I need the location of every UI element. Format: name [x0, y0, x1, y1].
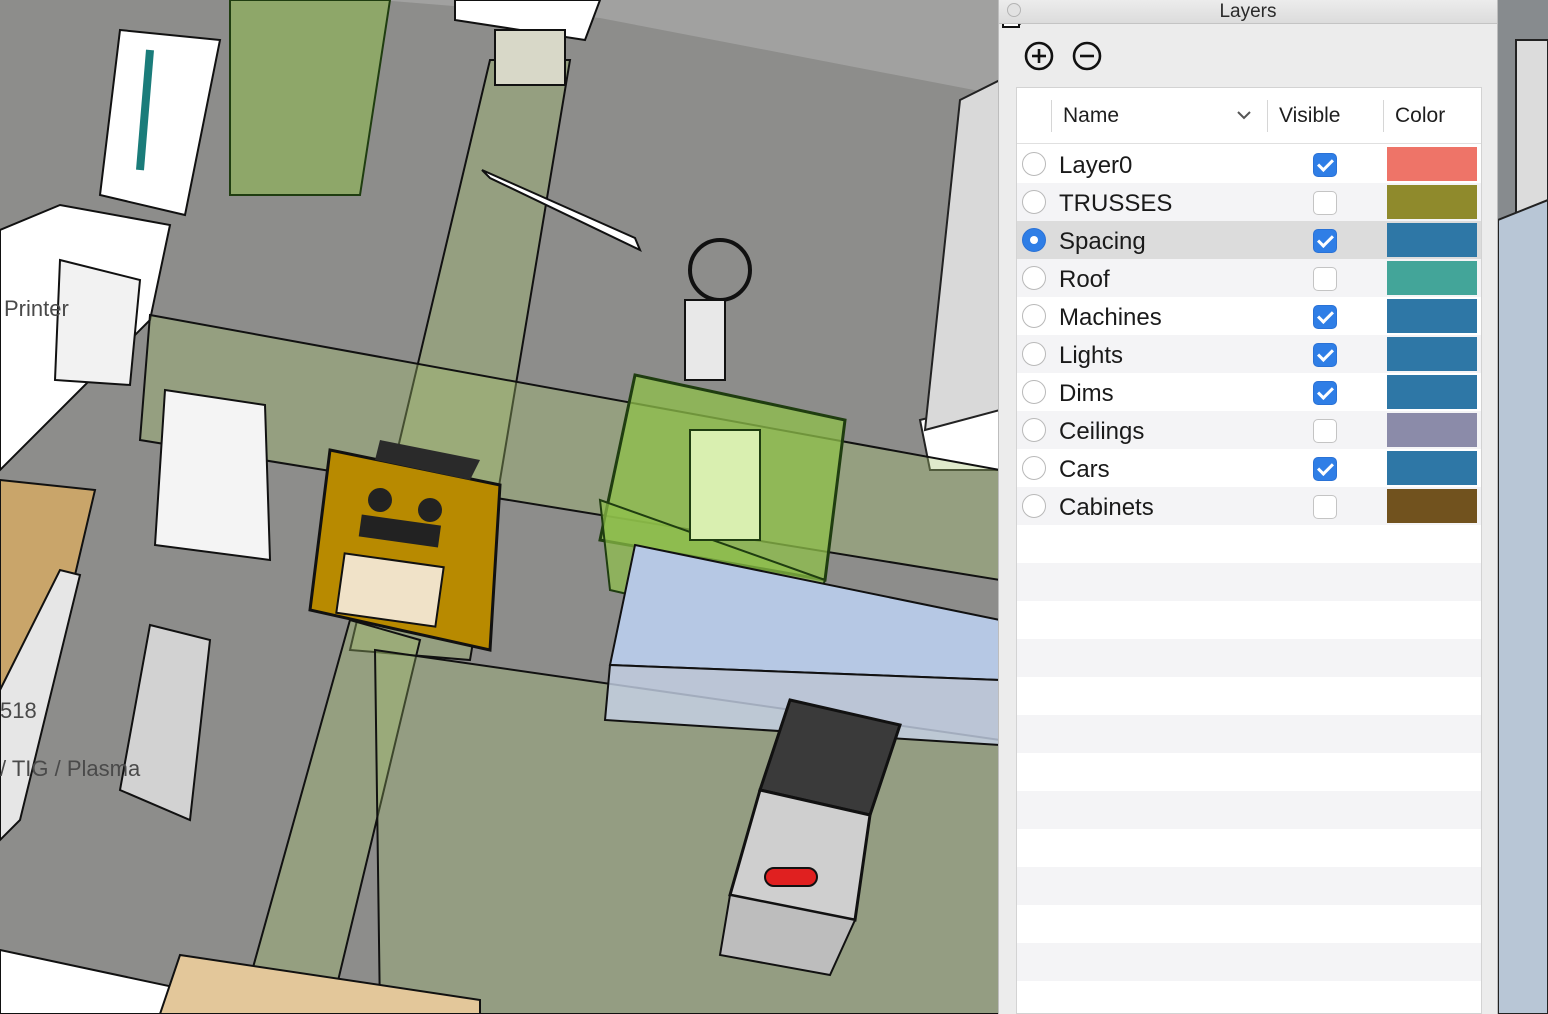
scene-drawing — [0, 0, 1000, 1014]
empty-row — [1017, 525, 1481, 563]
visible-checkbox[interactable] — [1313, 495, 1337, 519]
viewport-right-edge — [1498, 0, 1548, 1014]
layer-color-swatch[interactable] — [1387, 261, 1477, 295]
layer-row[interactable]: Dims — [1017, 373, 1481, 411]
layer-color-swatch[interactable] — [1387, 223, 1477, 257]
active-layer-radio[interactable] — [1022, 380, 1046, 404]
empty-row — [1017, 905, 1481, 943]
active-layer-radio[interactable] — [1022, 304, 1046, 328]
column-header-name[interactable]: Name — [1063, 104, 1119, 128]
active-layer-radio[interactable] — [1022, 456, 1046, 480]
active-layer-radio[interactable] — [1022, 228, 1046, 252]
layer-row[interactable]: Layer0 — [1017, 145, 1481, 183]
empty-row — [1017, 943, 1481, 981]
model-viewport[interactable]: Printer 518 / TIG / Plasma — [0, 0, 1000, 1014]
layer-name[interactable]: TRUSSES — [1059, 190, 1172, 218]
visible-checkbox[interactable] — [1313, 229, 1337, 253]
layer-row[interactable]: Ceilings — [1017, 411, 1481, 449]
layer-color-swatch[interactable] — [1387, 489, 1477, 523]
plus-circle-icon[interactable] — [1023, 40, 1055, 72]
layer-row[interactable]: Spacing — [1017, 221, 1481, 259]
visible-checkbox[interactable] — [1313, 305, 1337, 329]
layer-name[interactable]: Cabinets — [1059, 494, 1154, 522]
table-header: Name Visible Color — [1017, 88, 1481, 144]
panel-titlebar[interactable]: Layers — [999, 0, 1497, 24]
layer-name[interactable]: Lights — [1059, 342, 1123, 370]
layers-panel: Layers Name Visible Color Layer0 TRUSSES… — [998, 0, 1498, 1014]
layer-color-swatch[interactable] — [1387, 413, 1477, 447]
layer-name[interactable]: Ceilings — [1059, 418, 1144, 446]
layer-color-swatch[interactable] — [1387, 147, 1477, 181]
layer-name[interactable]: Dims — [1059, 380, 1114, 408]
active-layer-radio[interactable] — [1022, 494, 1046, 518]
empty-row — [1017, 563, 1481, 601]
layer-color-swatch[interactable] — [1387, 185, 1477, 219]
viewport-label-dimension: 518 — [0, 698, 37, 723]
layer-row[interactable]: TRUSSES — [1017, 183, 1481, 221]
visible-checkbox[interactable] — [1313, 381, 1337, 405]
layer-name[interactable]: Spacing — [1059, 228, 1146, 256]
empty-row — [1017, 753, 1481, 791]
empty-row — [1017, 867, 1481, 905]
viewport-label-tig-plasma: / TIG / Plasma — [0, 756, 141, 781]
active-layer-radio[interactable] — [1022, 266, 1046, 290]
panel-title: Layers — [1219, 1, 1277, 22]
empty-row — [1017, 981, 1481, 1013]
layer-row[interactable]: Cars — [1017, 449, 1481, 487]
minus-circle-icon[interactable] — [1071, 40, 1103, 72]
empty-row — [1017, 601, 1481, 639]
empty-row — [1017, 829, 1481, 867]
active-layer-radio[interactable] — [1022, 190, 1046, 214]
chevron-down-icon[interactable] — [1235, 108, 1253, 122]
layer-row[interactable]: Roof — [1017, 259, 1481, 297]
empty-row — [1017, 639, 1481, 677]
layer-row[interactable]: Cabinets — [1017, 487, 1481, 525]
layer-name[interactable]: Cars — [1059, 456, 1110, 484]
layer-row[interactable]: Lights — [1017, 335, 1481, 373]
layer-color-swatch[interactable] — [1387, 337, 1477, 371]
active-layer-radio[interactable] — [1022, 418, 1046, 442]
layer-name[interactable]: Roof — [1059, 266, 1110, 294]
visible-checkbox[interactable] — [1313, 419, 1337, 443]
layer-name[interactable]: Machines — [1059, 304, 1162, 332]
column-header-color[interactable]: Color — [1395, 104, 1445, 128]
visible-checkbox[interactable] — [1313, 153, 1337, 177]
active-layer-radio[interactable] — [1022, 152, 1046, 176]
empty-row — [1017, 677, 1481, 715]
layers-table: Name Visible Color Layer0 TRUSSES Spacing R… — [1016, 87, 1482, 1014]
visible-checkbox[interactable] — [1313, 457, 1337, 481]
empty-row — [1017, 715, 1481, 753]
layer-row[interactable]: Machines — [1017, 297, 1481, 335]
column-header-visible[interactable]: Visible — [1279, 104, 1340, 128]
layer-name[interactable]: Layer0 — [1059, 152, 1132, 180]
layer-color-swatch[interactable] — [1387, 451, 1477, 485]
layer-color-swatch[interactable] — [1387, 299, 1477, 333]
layer-color-swatch[interactable] — [1387, 375, 1477, 409]
visible-checkbox[interactable] — [1313, 267, 1337, 291]
empty-row — [1017, 791, 1481, 829]
visible-checkbox[interactable] — [1313, 343, 1337, 367]
viewport-label-printer: Printer — [4, 296, 69, 321]
active-layer-radio[interactable] — [1022, 342, 1046, 366]
visible-checkbox[interactable] — [1313, 191, 1337, 215]
